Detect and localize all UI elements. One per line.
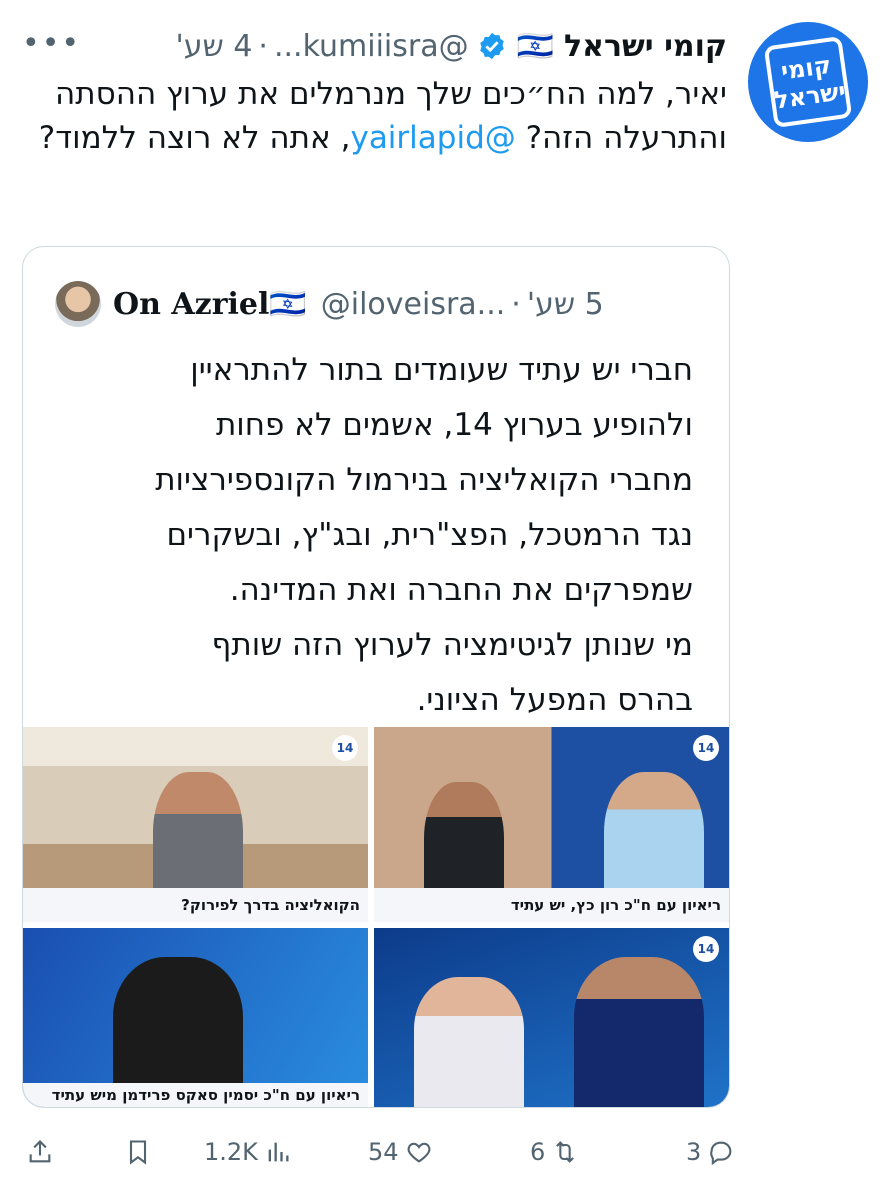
reply-button[interactable]: 3 — [686, 1138, 735, 1166]
bookmark-button[interactable] — [124, 1138, 152, 1166]
account-avatar[interactable]: קומי ישראל — [748, 22, 868, 142]
mention-link[interactable]: @yairlapid — [350, 120, 515, 156]
media-grid[interactable]: 14 הקואליציה בדרך לפירוק? 14 ריאיון עם ח… — [23, 727, 729, 1107]
caption-top-left: הקואליציה בדרך לפירוק? — [23, 888, 368, 922]
kumi-israel-logo: קומי ישראל — [763, 35, 853, 129]
separator-dot: · — [258, 28, 268, 64]
quoted-separator-dot: · — [511, 286, 521, 322]
quoted-avatar — [55, 281, 101, 327]
flag-emoji: 🇮🇱 — [516, 28, 554, 64]
channel-14-logo: 14 — [693, 735, 719, 761]
tweet-text-part-2: , אתה לא רוצה ללמוד? — [38, 120, 351, 156]
media-image-2[interactable]: 14 ריאיון עם ח"כ רון כץ, יש עתיד — [374, 727, 729, 922]
media-image-3[interactable]: ריאיון עם ח"כ יסמין סאקס פרידמן מיש עתיד — [23, 928, 368, 1107]
display-name[interactable]: קומי ישראל — [564, 29, 727, 64]
reply-count: 3 — [686, 1138, 702, 1166]
caption-bottom-left: ריאיון עם ח"כ יסמין סאקס פרידמן מיש עתיד — [23, 1083, 368, 1107]
guest-figure — [574, 957, 704, 1107]
views-count: 1.2K — [204, 1138, 258, 1166]
handle[interactable]: @kumiiisra... — [274, 29, 469, 64]
channel-14-logo: 14 — [332, 735, 358, 761]
retweet-button[interactable]: 6 — [530, 1138, 579, 1166]
quoted-flag-emoji: 🇮🇱 — [269, 286, 307, 322]
reply-icon — [710, 1141, 732, 1166]
heart-icon — [407, 1142, 430, 1163]
quoted-text: חברי יש עתיד שעומדים בתור להתראיין ולהופ… — [155, 352, 693, 718]
media-image-1[interactable]: 14 הקואליציה בדרך לפירוק? — [23, 727, 368, 922]
verified-badge-icon — [479, 32, 504, 60]
tweet-header: קומי ישראל 🇮🇱 @kumiiisra... · 4 שע' — [27, 26, 728, 66]
views-button[interactable]: 1.2K — [204, 1138, 292, 1166]
action-bar: 3 6 54 1.2K — [22, 1130, 732, 1174]
quoted-timestamp: 5 שע' — [526, 286, 604, 322]
share-button[interactable] — [26, 1138, 54, 1166]
share-icon — [29, 1140, 51, 1163]
channel-14-logo: 14 — [693, 936, 719, 962]
like-button[interactable]: 54 — [368, 1138, 433, 1166]
retweet-count: 6 — [530, 1138, 546, 1166]
tweet-text: יאיר, למה הח״כים שלך מנרמלים את ערוץ ההס… — [27, 72, 727, 160]
quoted-header: On Azriel 🇮🇱 @iloveisra... · 5 שע' — [55, 279, 693, 329]
analytics-icon — [268, 1142, 289, 1162]
quoted-tweet[interactable]: On Azriel 🇮🇱 @iloveisra... · 5 שע' חברי … — [22, 246, 730, 1108]
bookmark-icon — [129, 1140, 147, 1165]
quoted-handle: @iloveisra... — [320, 286, 506, 322]
more-options-icon[interactable]: ••• — [22, 26, 81, 61]
like-count: 54 — [368, 1138, 399, 1166]
caption-top-right: ריאיון עם ח"כ רון כץ, יש עתיד — [374, 888, 729, 922]
retweet-icon — [556, 1141, 575, 1163]
media-image-4[interactable]: 14 — [374, 928, 729, 1107]
timestamp[interactable]: 4 שע' — [176, 29, 253, 64]
guest-figure — [414, 977, 524, 1107]
quoted-display-name: On Azriel — [113, 286, 270, 322]
